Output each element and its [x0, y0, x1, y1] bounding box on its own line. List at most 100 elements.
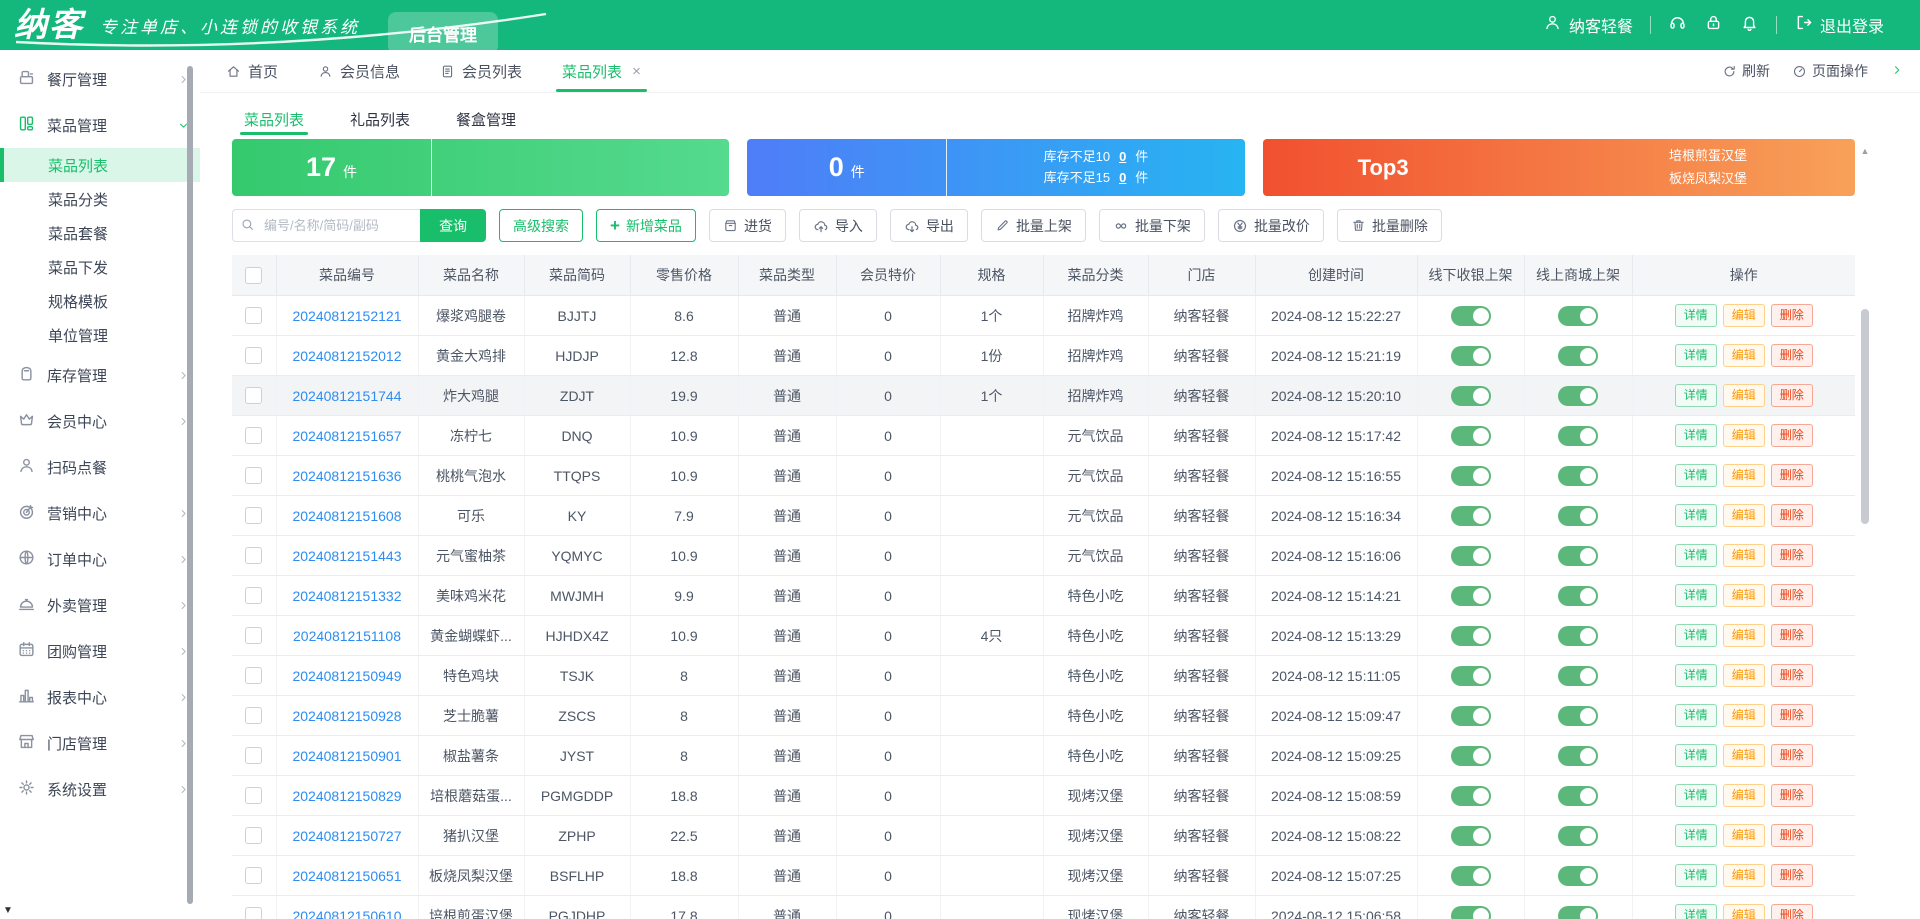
- edit-button[interactable]: 编辑: [1723, 424, 1765, 448]
- dish-id-link[interactable]: 20240812150901: [292, 748, 401, 764]
- delete-button[interactable]: 删除: [1771, 864, 1813, 888]
- mall-onshelf-toggle[interactable]: [1558, 866, 1598, 886]
- pos-onshelf-toggle[interactable]: [1451, 866, 1491, 886]
- subtab-gift-list[interactable]: 礼品列表: [350, 109, 410, 139]
- mall-onshelf-toggle[interactable]: [1558, 746, 1598, 766]
- pos-onshelf-toggle[interactable]: [1451, 386, 1491, 406]
- detail-button[interactable]: 详情: [1675, 344, 1717, 368]
- row-checkbox[interactable]: [245, 787, 262, 804]
- sidebar-item-settings[interactable]: 系统设置: [0, 766, 200, 812]
- pos-onshelf-toggle[interactable]: [1451, 906, 1491, 919]
- detail-button[interactable]: 详情: [1675, 464, 1717, 488]
- pos-onshelf-toggle[interactable]: [1451, 306, 1491, 326]
- row-checkbox[interactable]: [245, 867, 262, 884]
- mall-onshelf-toggle[interactable]: [1558, 626, 1598, 646]
- dish-id-link[interactable]: 20240812150829: [292, 788, 401, 804]
- sidebar-item-dish-category[interactable]: 菜品分类: [0, 182, 200, 216]
- pos-onshelf-toggle[interactable]: [1451, 506, 1491, 526]
- dish-id-link[interactable]: 20240812152121: [292, 308, 401, 324]
- sidebar-item-dish-combo[interactable]: 菜品套餐: [0, 216, 200, 250]
- detail-button[interactable]: 详情: [1675, 824, 1717, 848]
- batch-offshelf-button[interactable]: 批量下架: [1099, 209, 1205, 242]
- edit-button[interactable]: 编辑: [1723, 304, 1765, 328]
- sidebar-item-reports[interactable]: 报表中心: [0, 674, 200, 720]
- tab-member-info[interactable]: 会员信息: [298, 50, 420, 92]
- detail-button[interactable]: 详情: [1675, 544, 1717, 568]
- search-input[interactable]: [232, 209, 420, 242]
- mall-onshelf-toggle[interactable]: [1558, 666, 1598, 686]
- dish-id-link[interactable]: 20240812151636: [292, 468, 401, 484]
- sidebar-item-inventory[interactable]: 库存管理: [0, 352, 200, 398]
- select-all-checkbox[interactable]: [245, 267, 262, 284]
- row-checkbox[interactable]: [245, 467, 262, 484]
- sidebar-item-takeout[interactable]: 外卖管理: [0, 582, 200, 628]
- sidebar-item-scan-order[interactable]: 扫码点餐: [0, 444, 200, 490]
- scroll-down-arrow[interactable]: ▼: [3, 905, 13, 916]
- sidebar-scrollbar[interactable]: [187, 66, 193, 904]
- dish-id-link[interactable]: 20240812151608: [292, 508, 401, 524]
- detail-button[interactable]: 详情: [1675, 424, 1717, 448]
- pos-onshelf-toggle[interactable]: [1451, 786, 1491, 806]
- pos-onshelf-toggle[interactable]: [1451, 466, 1491, 486]
- sidebar-item-restaurant[interactable]: 餐厅管理: [0, 56, 200, 102]
- sidebar-item-groupbuy[interactable]: 团购管理: [0, 628, 200, 674]
- mall-onshelf-toggle[interactable]: [1558, 506, 1598, 526]
- sidebar-item-spec-template[interactable]: 规格模板: [0, 284, 200, 318]
- pos-onshelf-toggle[interactable]: [1451, 426, 1491, 446]
- dish-id-link[interactable]: 20240812150651: [292, 868, 401, 884]
- dish-id-link[interactable]: 20240812150928: [292, 708, 401, 724]
- mall-onshelf-toggle[interactable]: [1558, 426, 1598, 446]
- pos-onshelf-toggle[interactable]: [1451, 746, 1491, 766]
- current-store-button[interactable]: 纳客轻餐: [1543, 13, 1633, 37]
- detail-button[interactable]: 详情: [1675, 664, 1717, 688]
- delete-button[interactable]: 删除: [1771, 664, 1813, 688]
- admin-nav-button[interactable]: 后台管理: [388, 12, 498, 54]
- detail-button[interactable]: 详情: [1675, 744, 1717, 768]
- subtab-mealbox-manage[interactable]: 餐盒管理: [456, 109, 516, 139]
- mall-onshelf-toggle[interactable]: [1558, 306, 1598, 326]
- dish-id-link[interactable]: 20240812152012: [292, 348, 401, 364]
- import-button[interactable]: 导入: [799, 209, 877, 242]
- sidebar-item-dish-manage[interactable]: 菜品管理: [0, 102, 200, 148]
- row-checkbox[interactable]: [245, 707, 262, 724]
- detail-button[interactable]: 详情: [1675, 384, 1717, 408]
- delete-button[interactable]: 删除: [1771, 504, 1813, 528]
- support-button[interactable]: [1668, 13, 1687, 37]
- pos-onshelf-toggle[interactable]: [1451, 706, 1491, 726]
- batch-onshelf-button[interactable]: 批量上架: [981, 209, 1086, 242]
- detail-button[interactable]: 详情: [1675, 704, 1717, 728]
- delete-button[interactable]: 删除: [1771, 904, 1813, 919]
- scrollbar-up-arrow[interactable]: ▲: [1860, 146, 1870, 156]
- edit-button[interactable]: 编辑: [1723, 584, 1765, 608]
- sidebar-item-order-center[interactable]: 订单中心: [0, 536, 200, 582]
- edit-button[interactable]: 编辑: [1723, 464, 1765, 488]
- row-checkbox[interactable]: [245, 667, 262, 684]
- delete-button[interactable]: 删除: [1771, 824, 1813, 848]
- edit-button[interactable]: 编辑: [1723, 824, 1765, 848]
- detail-button[interactable]: 详情: [1675, 624, 1717, 648]
- row-checkbox[interactable]: [245, 547, 262, 564]
- dish-id-link[interactable]: 20240812150727: [292, 828, 401, 844]
- tab-member-list[interactable]: 会员列表: [420, 50, 542, 92]
- detail-button[interactable]: 详情: [1675, 504, 1717, 528]
- edit-button[interactable]: 编辑: [1723, 544, 1765, 568]
- content-scrollbar[interactable]: ▲: [1860, 146, 1870, 919]
- mall-onshelf-toggle[interactable]: [1558, 706, 1598, 726]
- mall-onshelf-toggle[interactable]: [1558, 546, 1598, 566]
- batch-delete-button[interactable]: 批量删除: [1337, 209, 1442, 242]
- stock-alert-count-link[interactable]: 0: [1110, 168, 1135, 188]
- mall-onshelf-toggle[interactable]: [1558, 386, 1598, 406]
- delete-button[interactable]: 删除: [1771, 384, 1813, 408]
- edit-button[interactable]: 编辑: [1723, 904, 1765, 919]
- lock-screen-button[interactable]: [1704, 13, 1723, 37]
- edit-button[interactable]: 编辑: [1723, 784, 1765, 808]
- pos-onshelf-toggle[interactable]: [1451, 346, 1491, 366]
- tab-home[interactable]: 首页: [206, 50, 298, 92]
- row-checkbox[interactable]: [245, 387, 262, 404]
- detail-button[interactable]: 详情: [1675, 304, 1717, 328]
- subtab-dish-list[interactable]: 菜品列表: [244, 109, 304, 139]
- pos-onshelf-toggle[interactable]: [1451, 826, 1491, 846]
- delete-button[interactable]: 删除: [1771, 304, 1813, 328]
- sidebar-item-dish-dispatch[interactable]: 菜品下发: [0, 250, 200, 284]
- detail-button[interactable]: 详情: [1675, 784, 1717, 808]
